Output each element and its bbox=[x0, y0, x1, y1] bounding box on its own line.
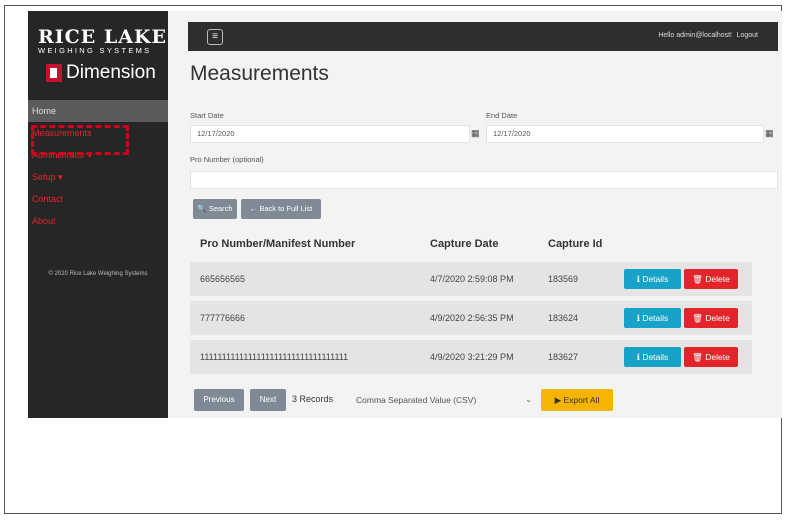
next-button[interactable]: Next bbox=[250, 389, 286, 411]
export-all-button[interactable]: ▶ Export All bbox=[541, 389, 613, 411]
delete-button-label: Delete bbox=[705, 274, 730, 284]
details-button-label: Details bbox=[642, 274, 669, 284]
back-to-full-list-button[interactable]: ← Back to Full List bbox=[241, 199, 321, 219]
cell-capture-id: 183569 bbox=[548, 274, 579, 284]
delete-button[interactable]: 🗑 Delete bbox=[684, 269, 738, 289]
top-navbar: ≡ Hello admin@localhost! Logout bbox=[188, 22, 778, 51]
column-header-capture-date: Capture Date bbox=[430, 238, 499, 250]
cell-pro-number: 665656565 bbox=[200, 274, 246, 284]
info-icon: ℹ bbox=[636, 313, 640, 323]
details-button[interactable]: ℹ Details bbox=[624, 347, 681, 367]
cell-pro-number: 777776666 bbox=[200, 313, 246, 323]
highlight-box bbox=[31, 125, 129, 155]
details-button[interactable]: ℹ Details bbox=[624, 269, 681, 289]
dimension-logo-icon bbox=[46, 64, 62, 82]
end-date-label: End Date bbox=[486, 111, 518, 120]
export-all-label: Export All bbox=[563, 395, 600, 405]
sidebar-item-about[interactable]: About bbox=[28, 210, 168, 232]
details-button-label: Details bbox=[642, 313, 669, 323]
table-row: 665656565 4/7/2020 2:59:08 PM 183569 ℹ D… bbox=[190, 262, 752, 296]
export-file-icon: ▶ bbox=[554, 395, 562, 405]
start-date-input[interactable]: 12/17/2020 bbox=[190, 125, 470, 143]
start-calendar-icon[interactable]: ▦ bbox=[471, 128, 480, 139]
delete-button[interactable]: 🗑 Delete bbox=[684, 308, 738, 328]
export-format-select[interactable]: Comma Separated Value (CSV) ⌄ bbox=[348, 389, 538, 411]
cell-capture-date: 4/9/2020 2:56:35 PM bbox=[430, 313, 514, 323]
delete-button-label: Delete bbox=[705, 352, 730, 362]
page-title: Measurements bbox=[190, 62, 329, 85]
end-calendar-icon[interactable]: ▦ bbox=[765, 128, 774, 139]
previous-button[interactable]: Previous bbox=[194, 389, 244, 411]
trash-icon: 🗑 bbox=[692, 352, 703, 362]
search-button-label: Search bbox=[208, 204, 233, 213]
cell-capture-date: 4/9/2020 3:21:29 PM bbox=[430, 352, 514, 362]
details-button[interactable]: ℹ Details bbox=[624, 308, 681, 328]
product-name: Dimension bbox=[66, 62, 156, 83]
table-row: 777776666 4/9/2020 2:56:35 PM 183624 ℹ D… bbox=[190, 301, 752, 335]
chevron-down-icon: ⌄ bbox=[525, 395, 532, 404]
sidebar-item-setup[interactable]: Setup ▾ bbox=[28, 166, 168, 188]
cell-capture-date: 4/7/2020 2:59:08 PM bbox=[430, 274, 514, 284]
pro-number-label: Pro Number (optional) bbox=[190, 155, 264, 164]
hamburger-menu-icon[interactable]: ≡ bbox=[207, 29, 223, 45]
search-button[interactable]: 🔍 Search bbox=[193, 199, 237, 219]
trash-icon: 🗑 bbox=[692, 274, 703, 284]
copyright-text: © 2020 Rice Lake Weighing Systems bbox=[48, 271, 148, 277]
product-logo: Dimension bbox=[46, 62, 156, 84]
table-row: 1111111111111111111111111111111111 4/9/2… bbox=[190, 340, 752, 374]
sidebar-item-contact[interactable]: Contact bbox=[28, 188, 168, 210]
cell-pro-number: 1111111111111111111111111111111111 bbox=[200, 352, 349, 362]
info-icon: ℹ bbox=[636, 274, 640, 284]
sidebar-item-home[interactable]: Home bbox=[28, 100, 168, 122]
cell-capture-id: 183627 bbox=[548, 352, 579, 362]
logout-link[interactable]: Logout bbox=[737, 32, 758, 39]
column-header-capture-id: Capture Id bbox=[548, 238, 603, 250]
record-count: 3 Records bbox=[292, 394, 334, 404]
brand-logo: RICE LAKE bbox=[38, 26, 167, 48]
greeting-text: Hello admin@localhost! bbox=[658, 32, 732, 39]
trash-icon: 🗑 bbox=[692, 313, 703, 323]
delete-button[interactable]: 🗑 Delete bbox=[684, 347, 738, 367]
info-icon: ℹ bbox=[636, 352, 640, 362]
column-header-pro: Pro Number/Manifest Number bbox=[200, 238, 356, 250]
export-format-value: Comma Separated Value (CSV) bbox=[356, 395, 477, 405]
end-date-input[interactable]: 12/17/2020 bbox=[486, 125, 764, 143]
app-window: RICE LAKE WEIGHING SYSTEMS Dimension Hom… bbox=[28, 11, 782, 418]
pro-number-input[interactable] bbox=[190, 171, 778, 189]
search-icon: 🔍 bbox=[197, 204, 207, 213]
details-button-label: Details bbox=[642, 352, 669, 362]
sidebar-nav: Home Measurements Administrator ▾ Setup … bbox=[28, 100, 168, 232]
brand-subtitle: WEIGHING SYSTEMS bbox=[38, 46, 152, 55]
sidebar: RICE LAKE WEIGHING SYSTEMS Dimension Hom… bbox=[28, 11, 168, 418]
cell-capture-id: 183624 bbox=[548, 313, 579, 323]
delete-button-label: Delete bbox=[705, 313, 730, 323]
start-date-label: Start Date bbox=[190, 111, 224, 120]
